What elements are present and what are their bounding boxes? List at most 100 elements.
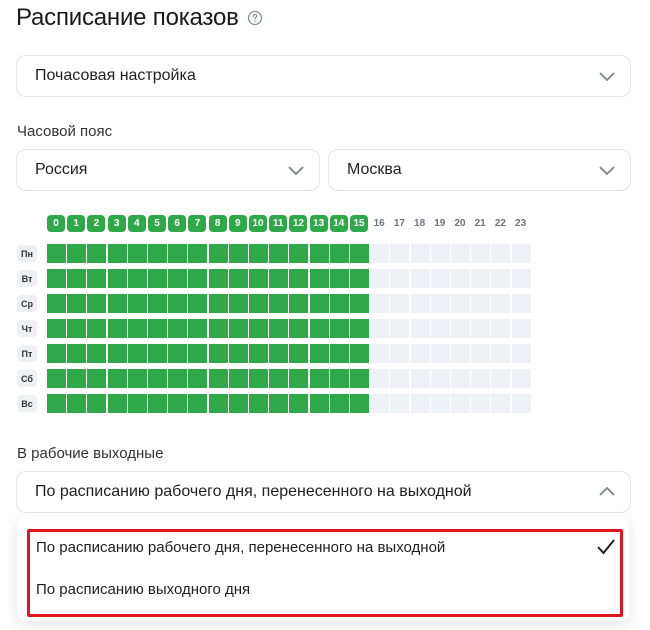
schedule-cell[interactable] — [107, 244, 127, 263]
schedule-cell[interactable] — [309, 269, 329, 288]
hour-toggle-1[interactable]: 1 — [67, 215, 86, 232]
schedule-cell[interactable] — [370, 319, 390, 338]
schedule-cell[interactable] — [87, 269, 107, 288]
schedule-cell[interactable] — [148, 394, 167, 413]
schedule-cell[interactable] — [329, 294, 349, 313]
workdays-option-weekend[interactable]: По расписанию выходного дня — [36, 578, 250, 600]
schedule-cell[interactable] — [228, 294, 248, 313]
schedule-cell[interactable] — [148, 244, 167, 263]
schedule-cell[interactable] — [410, 394, 430, 413]
hour-toggle-14[interactable]: 14 — [329, 215, 348, 232]
schedule-cell[interactable] — [127, 294, 147, 313]
day-toggle-Сб[interactable]: Сб — [17, 370, 37, 387]
schedule-cell[interactable] — [329, 319, 349, 338]
schedule-cell[interactable] — [350, 244, 369, 263]
hour-toggle-0[interactable]: 0 — [47, 215, 65, 232]
schedule-cell[interactable] — [208, 294, 228, 313]
schedule-cell[interactable] — [511, 369, 531, 388]
hour-toggle-20[interactable]: 20 — [451, 215, 469, 232]
schedule-cell[interactable] — [289, 319, 309, 338]
schedule-cell[interactable] — [329, 369, 349, 388]
schedule-cell[interactable] — [47, 344, 66, 363]
schedule-cell[interactable] — [511, 344, 531, 363]
day-toggle-Ср[interactable]: Ср — [17, 295, 37, 312]
schedule-cell[interactable] — [208, 394, 228, 413]
schedule-cell[interactable] — [228, 344, 248, 363]
schedule-cell[interactable] — [168, 269, 188, 288]
schedule-cell[interactable] — [168, 369, 188, 388]
schedule-cell[interactable] — [107, 319, 127, 338]
hour-toggle-19[interactable]: 19 — [431, 215, 449, 232]
hour-toggle-12[interactable]: 12 — [289, 215, 308, 232]
schedule-cell[interactable] — [451, 369, 470, 388]
schedule-cell[interactable] — [491, 319, 511, 338]
schedule-cell[interactable] — [107, 269, 127, 288]
schedule-cell[interactable] — [269, 319, 289, 338]
schedule-cell[interactable] — [269, 294, 289, 313]
hour-toggle-23[interactable]: 23 — [512, 215, 530, 232]
schedule-cell[interactable] — [430, 369, 450, 388]
schedule-cell[interactable] — [451, 244, 470, 263]
schedule-cell[interactable] — [309, 244, 329, 263]
schedule-cell[interactable] — [87, 369, 107, 388]
schedule-cell[interactable] — [148, 319, 167, 338]
schedule-cell[interactable] — [410, 369, 430, 388]
schedule-cell[interactable] — [107, 369, 127, 388]
schedule-cell[interactable] — [471, 394, 491, 413]
schedule-cell[interactable] — [228, 369, 248, 388]
schedule-cell[interactable] — [329, 244, 349, 263]
schedule-cell[interactable] — [249, 269, 268, 288]
day-toggle-Вт[interactable]: Вт — [17, 270, 37, 287]
hour-toggle-7[interactable]: 7 — [188, 215, 207, 232]
schedule-cell[interactable] — [410, 294, 430, 313]
schedule-cell[interactable] — [309, 344, 329, 363]
day-toggle-Вс[interactable]: Вс — [17, 395, 37, 412]
day-toggle-Чт[interactable]: Чт — [17, 320, 37, 337]
schedule-cell[interactable] — [350, 369, 369, 388]
schedule-cell[interactable] — [47, 394, 66, 413]
schedule-cell[interactable] — [491, 269, 511, 288]
schedule-cell[interactable] — [188, 294, 208, 313]
schedule-cell[interactable] — [208, 244, 228, 263]
schedule-cell[interactable] — [87, 319, 107, 338]
schedule-cell[interactable] — [430, 294, 450, 313]
schedule-cell[interactable] — [471, 319, 491, 338]
schedule-cell[interactable] — [67, 344, 87, 363]
schedule-cell[interactable] — [390, 369, 410, 388]
schedule-cell[interactable] — [269, 394, 289, 413]
schedule-cell[interactable] — [67, 394, 87, 413]
hour-toggle-10[interactable]: 10 — [249, 215, 267, 232]
schedule-cell[interactable] — [228, 244, 248, 263]
schedule-cell[interactable] — [309, 369, 329, 388]
hour-toggle-18[interactable]: 18 — [411, 215, 429, 232]
schedule-cell[interactable] — [269, 344, 289, 363]
schedule-cell[interactable] — [511, 294, 531, 313]
schedule-cell[interactable] — [370, 344, 390, 363]
schedule-cell[interactable] — [289, 244, 309, 263]
schedule-cell[interactable] — [208, 344, 228, 363]
schedule-cell[interactable] — [47, 269, 66, 288]
schedule-cell[interactable] — [329, 394, 349, 413]
hour-toggle-17[interactable]: 17 — [390, 215, 408, 232]
schedule-cell[interactable] — [127, 394, 147, 413]
schedule-cell[interactable] — [451, 344, 470, 363]
schedule-cell[interactable] — [47, 369, 66, 388]
schedule-cell[interactable] — [390, 394, 410, 413]
schedule-cell[interactable] — [188, 319, 208, 338]
schedule-cell[interactable] — [329, 269, 349, 288]
schedule-cell[interactable] — [228, 394, 248, 413]
schedule-cell[interactable] — [67, 319, 87, 338]
schedule-cell[interactable] — [188, 244, 208, 263]
schedule-cell[interactable] — [390, 244, 410, 263]
schedule-cell[interactable] — [208, 369, 228, 388]
schedule-cell[interactable] — [390, 269, 410, 288]
schedule-cell[interactable] — [127, 244, 147, 263]
schedule-cell[interactable] — [451, 294, 470, 313]
schedule-cell[interactable] — [107, 344, 127, 363]
hour-toggle-8[interactable]: 8 — [208, 215, 227, 232]
hour-toggle-21[interactable]: 21 — [471, 215, 489, 232]
schedule-cell[interactable] — [127, 319, 147, 338]
schedule-cell[interactable] — [67, 294, 87, 313]
day-toggle-Пт[interactable]: Пт — [17, 345, 37, 362]
schedule-cell[interactable] — [127, 344, 147, 363]
